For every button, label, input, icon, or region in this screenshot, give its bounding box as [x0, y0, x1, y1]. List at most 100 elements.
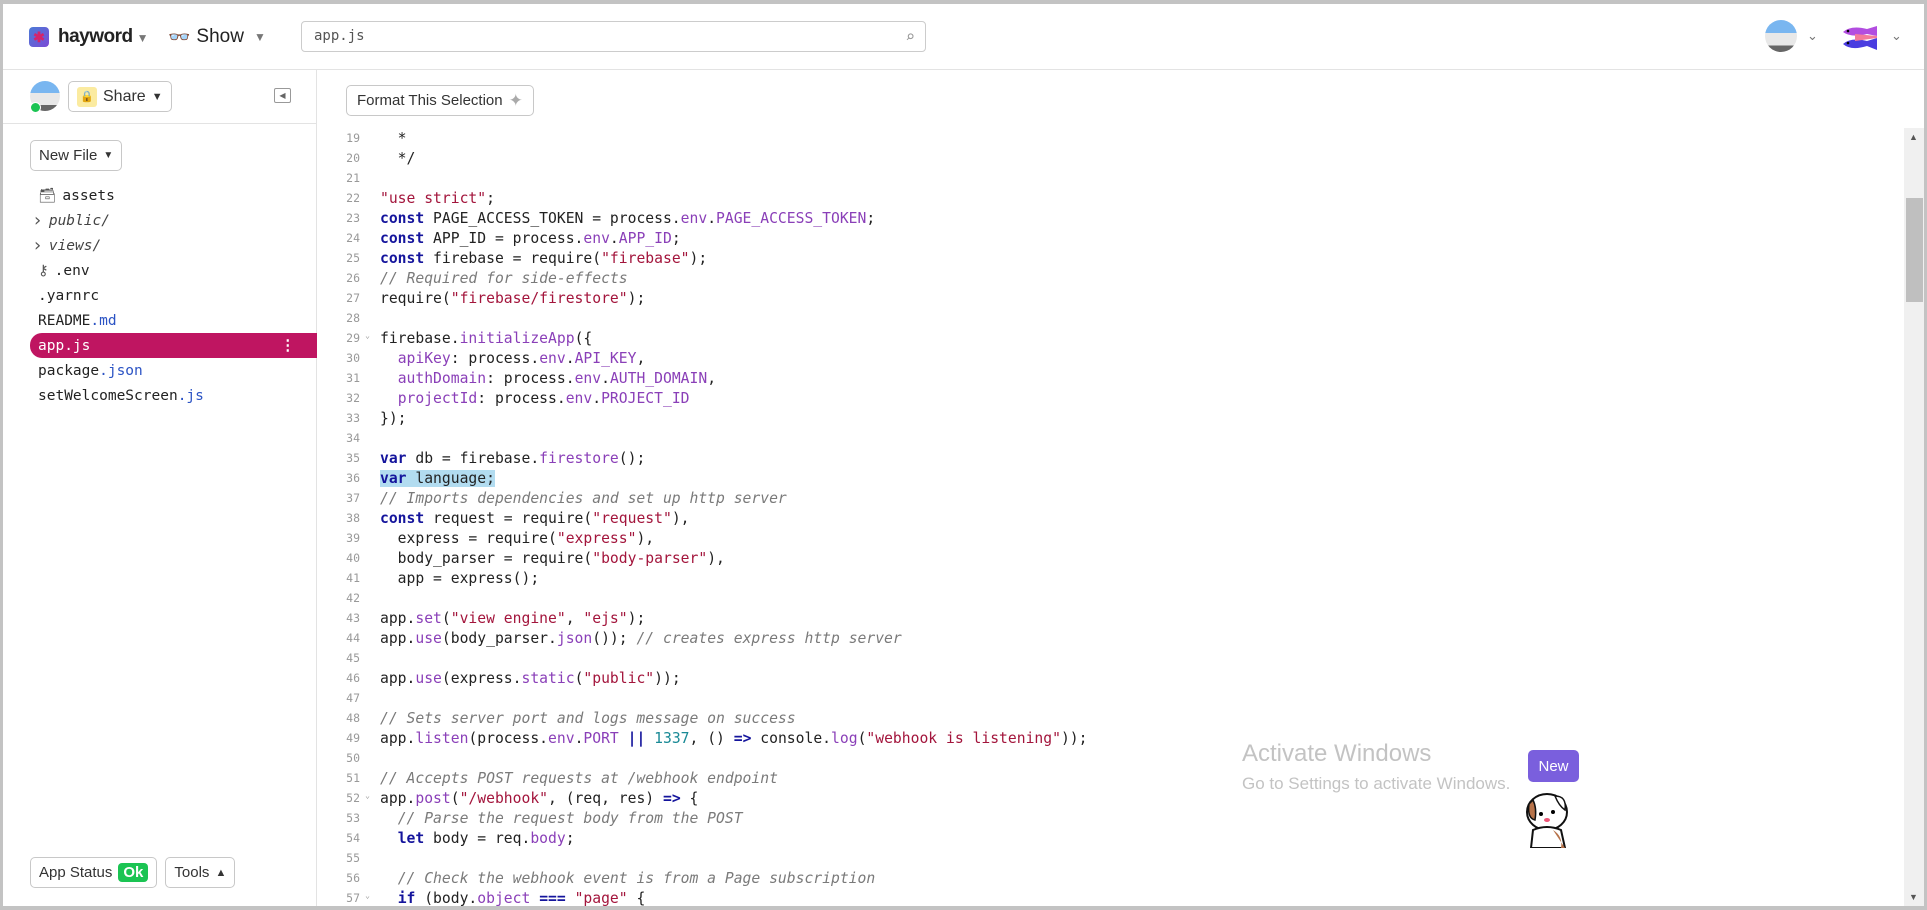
share-button[interactable]: 🔒 Share ▼ — [68, 81, 172, 112]
code-line[interactable]: 48 // Sets server port and logs message o… — [318, 708, 1902, 728]
code-line[interactable]: 35 var db = firebase.firestore(); — [318, 448, 1902, 468]
code-line[interactable]: 49 app.listen(process.env.PORT || 1337, (… — [318, 728, 1902, 748]
code-line[interactable]: 38 const request = require("request"), — [318, 508, 1902, 528]
code-line[interactable]: 39 express = require("express"), — [318, 528, 1902, 548]
project-menu[interactable]: hayword ▼ — [58, 26, 149, 48]
code-token: static — [521, 669, 575, 687]
chevron-down-icon[interactable]: ⌄ — [1807, 28, 1818, 44]
file-extension: .json — [99, 362, 143, 379]
code-token: "firebase" — [601, 249, 690, 267]
scroll-up-icon[interactable]: ▲ — [1909, 132, 1918, 142]
chevron-down-icon[interactable]: ⌄ — [1891, 28, 1902, 44]
code-line[interactable]: 41 app = express(); — [318, 568, 1902, 588]
code-line[interactable]: 46 app.use(express.static("public")); — [318, 668, 1902, 688]
line-number-text: 28 — [346, 311, 360, 325]
code-line[interactable]: 52 ⌄ app.post("/webhook", (req, res) => { — [318, 788, 1902, 808]
dog-mascot-icon[interactable] — [1521, 788, 1583, 848]
code-line[interactable]: 43 app.set("view engine", "ejs"); — [318, 608, 1902, 628]
code-line[interactable]: 47 — [318, 688, 1902, 708]
code-line[interactable]: 50 — [318, 748, 1902, 768]
code-line[interactable]: 54 let body = req.body; — [318, 828, 1902, 848]
code-lines[interactable]: 19 * 20 */21 22 "use strict"; 23 const PAGE_A… — [318, 128, 1902, 907]
code-line[interactable]: 30 apiKey: process.env.API_KEY, — [318, 348, 1902, 368]
code-token: )); — [1060, 729, 1088, 747]
code-line[interactable]: 57 ⌄ if (body.object === "page" { — [318, 888, 1902, 907]
code-token: APP_ID = process. — [424, 229, 584, 247]
code-token: app. — [380, 789, 416, 807]
collapse-sidebar-icon[interactable]: ◀ — [274, 88, 291, 103]
file-item[interactable]: › views/ — [30, 233, 317, 258]
format-selection-button[interactable]: Format This Selection ✦ — [346, 85, 534, 116]
new-file-button[interactable]: New File ▼ — [30, 140, 123, 171]
code-line[interactable]: 22 "use strict"; — [318, 188, 1902, 208]
code-line[interactable]: 53 // Parse the request body from the PO… — [318, 808, 1902, 828]
scrollbar-thumb[interactable] — [1906, 198, 1923, 302]
code-text: "use strict"; — [380, 190, 495, 207]
tools-button[interactable]: Tools ▲ — [165, 857, 236, 888]
code-line[interactable]: 31 authDomain: process.env.AUTH_DOMAIN, — [318, 368, 1902, 388]
file-options-icon[interactable]: ⋮ — [281, 338, 296, 354]
chevron-down-icon: ▼ — [136, 31, 149, 45]
search-input[interactable]: app.js ⌕ — [301, 21, 926, 52]
code-line[interactable]: 25 const firebase = require("firebase"); — [318, 248, 1902, 268]
project-logo-icon[interactable]: ✱ — [29, 27, 49, 47]
code-line[interactable]: 44 app.use(body_parser.json()); // create… — [318, 628, 1902, 648]
code-text: if (body.object === "page" { — [380, 890, 646, 907]
code-line[interactable]: 51 // Accepts POST requests at /webhook e… — [318, 768, 1902, 788]
code-line[interactable]: 40 body_parser = require("body-parser"), — [318, 548, 1902, 568]
code-line[interactable]: 45 — [318, 648, 1902, 668]
code-token: "view engine" — [450, 609, 566, 627]
code-line[interactable]: 33}); — [318, 408, 1902, 428]
code-token: (body_parser. — [441, 629, 557, 647]
line-number-text: 46 — [346, 671, 360, 685]
code-line[interactable]: 21 — [318, 168, 1902, 188]
fish-logo-icon[interactable] — [1841, 24, 1879, 52]
code-line[interactable]: 55 — [318, 848, 1902, 868]
file-item[interactable]: 🗃 assets — [30, 183, 317, 208]
code-line[interactable]: 27 require("firebase/firestore"); — [318, 288, 1902, 308]
code-line[interactable]: 24 const APP_ID = process.env.APP_ID; — [318, 228, 1902, 248]
scroll-down-icon[interactable]: ▼ — [1909, 892, 1918, 902]
file-item[interactable]: README .md — [30, 308, 317, 333]
file-item[interactable]: .yarnrc — [30, 283, 317, 308]
code-line[interactable]: 23 const PAGE_ACCESS_TOKEN = process.env.… — [318, 208, 1902, 228]
code-line[interactable]: 36 var language; — [318, 468, 1902, 488]
code-text: // Accepts POST requests at /webhook end… — [380, 770, 778, 787]
file-item[interactable]: ⚷ .env — [30, 258, 317, 283]
app-status-button[interactable]: App Status Ok — [30, 857, 158, 888]
code-line[interactable]: 29 ⌄ firebase.initializeApp({ — [318, 328, 1902, 348]
key-icon: ⚷ — [38, 262, 49, 279]
code-token: ; — [486, 189, 495, 207]
code-line[interactable]: 26 // Required for side-effects — [318, 268, 1902, 288]
fold-chevron-icon[interactable]: ⌄ — [365, 891, 370, 900]
code-token: ; — [866, 209, 876, 227]
show-menu[interactable]: 👓 Show ▼ — [168, 26, 266, 48]
vertical-scrollbar[interactable]: ▲ ▼ — [1904, 128, 1924, 906]
file-item[interactable]: package .json — [30, 358, 317, 383]
chevron-up-icon: ▲ — [215, 866, 227, 879]
code-token: // Accepts POST requests at /webhook end… — [380, 769, 778, 787]
code-text: // Required for side-effects — [380, 270, 628, 287]
code-line[interactable]: 20 */ — [318, 148, 1902, 168]
file-item[interactable]: › public/ — [30, 208, 317, 233]
file-item[interactable]: setWelcomeScreen .js — [30, 383, 317, 408]
code-line[interactable]: 28 — [318, 308, 1902, 328]
line-number-text: 45 — [346, 651, 360, 665]
code-line[interactable]: 34 — [318, 428, 1902, 448]
code-line[interactable]: 56 // Check the webhook event is from a … — [318, 868, 1902, 888]
new-badge[interactable]: New — [1528, 750, 1579, 782]
fold-chevron-icon[interactable]: ⌄ — [365, 791, 370, 800]
user-avatar[interactable] — [1765, 20, 1797, 52]
search-icon[interactable]: ⌕ — [905, 27, 915, 46]
code-line[interactable]: 42 — [318, 588, 1902, 608]
line-number-text: 33 — [346, 411, 360, 425]
fold-chevron-icon[interactable]: ⌄ — [365, 331, 370, 340]
file-name: README — [38, 312, 91, 329]
code-line[interactable]: 37 // Imports dependencies and set up htt… — [318, 488, 1902, 508]
code-line[interactable]: 32 projectId: process.env.PROJECT_ID — [318, 388, 1902, 408]
file-item[interactable]: app .js ⋮ — [30, 333, 317, 358]
code-line[interactable]: 19 * — [318, 128, 1902, 148]
code-editor[interactable]: Format This Selection ✦ 19 * 20 */21 22 "use… — [318, 70, 1924, 906]
line-number: 37 — [318, 491, 360, 505]
